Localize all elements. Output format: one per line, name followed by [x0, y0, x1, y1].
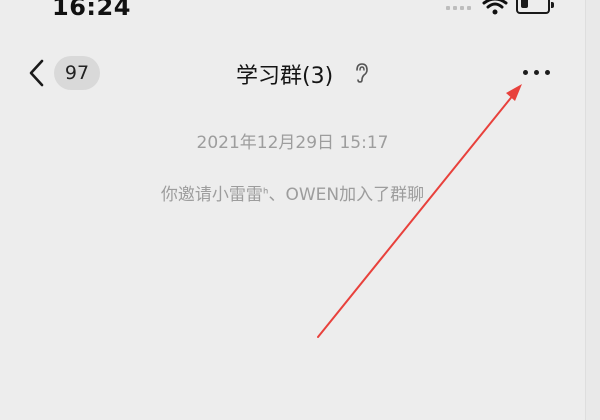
wifi-icon — [482, 0, 508, 15]
chat-title: 学习群(3) — [236, 64, 334, 89]
unread-count-badge: 97 — [54, 56, 100, 90]
group-invite-notice: 你邀请小雷雷ᑋ、OWEN加入了群聊 — [160, 185, 425, 205]
more-options-button[interactable] — [517, 60, 557, 84]
chat-screen: 16:24 97 学习群(3) 2021年12月29日 15:17 你邀请小雷雷… — [0, 0, 585, 420]
status-time: 16:24 — [52, 0, 131, 21]
signal-icon — [446, 6, 476, 12]
chevron-left-icon — [29, 59, 44, 87]
back-button[interactable]: 97 — [28, 55, 108, 91]
status-icons — [446, 0, 556, 16]
chat-title-area[interactable]: 学习群(3) — [230, 58, 390, 90]
message-timestamp: 2021年12月29日 15:17 — [196, 133, 389, 153]
screen-edge — [585, 0, 600, 420]
battery-icon — [516, 0, 554, 14]
ear-icon — [356, 63, 368, 83]
